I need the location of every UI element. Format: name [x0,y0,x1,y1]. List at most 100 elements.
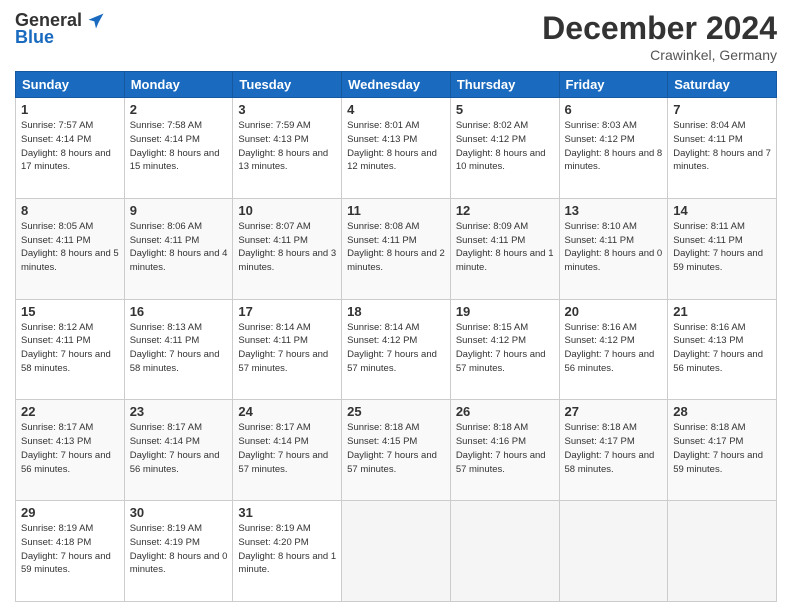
calendar-header-tuesday: Tuesday [233,72,342,98]
day-info: Sunrise: 8:12 AMSunset: 4:11 PMDaylight:… [21,321,119,376]
calendar-cell: 28Sunrise: 8:18 AMSunset: 4:17 PMDayligh… [668,400,777,501]
calendar-cell [450,501,559,602]
calendar: SundayMondayTuesdayWednesdayThursdayFrid… [15,71,777,602]
day-number: 24 [238,404,336,419]
day-number: 3 [238,102,336,117]
calendar-cell: 5 Sunrise: 8:02 AMSunset: 4:12 PMDaylight… [450,98,559,199]
day-info: Sunrise: 8:18 AMSunset: 4:16 PMDaylight:… [456,421,554,476]
day-info: Sunrise: 8:17 AMSunset: 4:14 PMDaylight:… [130,421,228,476]
calendar-cell: 17 Sunrise: 8:14 AMSunset: 4:11 PMDayligh… [233,299,342,400]
day-number: 30 [130,505,228,520]
day-number: 31 [238,505,336,520]
day-info: Sunrise: 8:02 AMSunset: 4:12 PMDaylight:… [456,119,554,174]
day-number: 9 [130,203,228,218]
day-number: 20 [565,304,663,319]
day-number: 14 [673,203,771,218]
day-number: 18 [347,304,445,319]
calendar-week-row: 29 Sunrise: 8:19 AMSunset: 4:18 PMDayligh… [16,501,777,602]
day-info: Sunrise: 8:17 AMSunset: 4:13 PMDaylight:… [21,421,119,476]
day-number: 10 [238,203,336,218]
calendar-cell [559,501,668,602]
day-number: 16 [130,304,228,319]
calendar-cell: 18 Sunrise: 8:14 AMSunset: 4:12 PMDayligh… [342,299,451,400]
calendar-week-row: 15 Sunrise: 8:12 AMSunset: 4:11 PMDayligh… [16,299,777,400]
calendar-cell: 12 Sunrise: 8:09 AMSunset: 4:11 PMDayligh… [450,198,559,299]
day-info: Sunrise: 8:19 AMSunset: 4:18 PMDaylight:… [21,522,119,577]
day-number: 25 [347,404,445,419]
location: Crawinkel, Germany [542,47,777,63]
calendar-header-monday: Monday [124,72,233,98]
day-info: Sunrise: 8:06 AMSunset: 4:11 PMDaylight:… [130,220,228,275]
calendar-cell: 16 Sunrise: 8:13 AMSunset: 4:11 PMDayligh… [124,299,233,400]
day-info: Sunrise: 7:57 AMSunset: 4:14 PMDaylight:… [21,119,119,174]
day-info: Sunrise: 7:58 AMSunset: 4:14 PMDaylight:… [130,119,228,174]
day-info: Sunrise: 8:05 AMSunset: 4:11 PMDaylight:… [21,220,119,275]
title-area: December 2024 Crawinkel, Germany [542,10,777,63]
day-info: Sunrise: 8:09 AMSunset: 4:11 PMDaylight:… [456,220,554,275]
calendar-cell [342,501,451,602]
day-number: 17 [238,304,336,319]
day-number: 15 [21,304,119,319]
calendar-cell: 1 Sunrise: 7:57 AMSunset: 4:14 PMDaylight… [16,98,125,199]
calendar-week-row: 22Sunrise: 8:17 AMSunset: 4:13 PMDayligh… [16,400,777,501]
day-number: 27 [565,404,663,419]
calendar-header-thursday: Thursday [450,72,559,98]
day-number: 5 [456,102,554,117]
calendar-cell: 19 Sunrise: 8:15 AMSunset: 4:12 PMDayligh… [450,299,559,400]
calendar-cell: 29 Sunrise: 8:19 AMSunset: 4:18 PMDayligh… [16,501,125,602]
day-number: 19 [456,304,554,319]
day-info: Sunrise: 8:01 AMSunset: 4:13 PMDaylight:… [347,119,445,174]
page: General Blue December 2024 Crawinkel, Ge… [0,0,792,612]
day-number: 21 [673,304,771,319]
month-title: December 2024 [542,10,777,47]
calendar-cell: 20 Sunrise: 8:16 AMSunset: 4:12 PMDayligh… [559,299,668,400]
day-info: Sunrise: 8:07 AMSunset: 4:11 PMDaylight:… [238,220,336,275]
calendar-cell [668,501,777,602]
calendar-cell: 6Sunrise: 8:03 AMSunset: 4:12 PMDaylight… [559,98,668,199]
day-info: Sunrise: 8:17 AMSunset: 4:14 PMDaylight:… [238,421,336,476]
calendar-cell: 23 Sunrise: 8:17 AMSunset: 4:14 PMDayligh… [124,400,233,501]
calendar-cell: 4 Sunrise: 8:01 AMSunset: 4:13 PMDaylight… [342,98,451,199]
day-number: 2 [130,102,228,117]
day-info: Sunrise: 8:13 AMSunset: 4:11 PMDaylight:… [130,321,228,376]
day-info: Sunrise: 8:14 AMSunset: 4:11 PMDaylight:… [238,321,336,376]
calendar-cell: 22Sunrise: 8:17 AMSunset: 4:13 PMDayligh… [16,400,125,501]
calendar-cell: 7Sunrise: 8:04 AMSunset: 4:11 PMDaylight… [668,98,777,199]
day-info: Sunrise: 8:14 AMSunset: 4:12 PMDaylight:… [347,321,445,376]
day-number: 23 [130,404,228,419]
day-info: Sunrise: 8:03 AMSunset: 4:12 PMDaylight:… [565,119,663,174]
calendar-cell: 2 Sunrise: 7:58 AMSunset: 4:14 PMDaylight… [124,98,233,199]
calendar-cell: 27Sunrise: 8:18 AMSunset: 4:17 PMDayligh… [559,400,668,501]
day-number: 1 [21,102,119,117]
day-number: 7 [673,102,771,117]
day-info: Sunrise: 8:16 AMSunset: 4:12 PMDaylight:… [565,321,663,376]
day-info: Sunrise: 8:10 AMSunset: 4:11 PMDaylight:… [565,220,663,275]
day-number: 12 [456,203,554,218]
day-number: 13 [565,203,663,218]
calendar-header-row: SundayMondayTuesdayWednesdayThursdayFrid… [16,72,777,98]
day-info: Sunrise: 8:19 AMSunset: 4:20 PMDaylight:… [238,522,336,577]
day-info: Sunrise: 8:18 AMSunset: 4:17 PMDaylight:… [673,421,771,476]
day-info: Sunrise: 8:11 AMSunset: 4:11 PMDaylight:… [673,220,771,275]
calendar-week-row: 8 Sunrise: 8:05 AMSunset: 4:11 PMDaylight… [16,198,777,299]
header: General Blue December 2024 Crawinkel, Ge… [15,10,777,63]
calendar-cell: 11Sunrise: 8:08 AMSunset: 4:11 PMDayligh… [342,198,451,299]
day-number: 8 [21,203,119,218]
calendar-week-row: 1 Sunrise: 7:57 AMSunset: 4:14 PMDaylight… [16,98,777,199]
calendar-header-wednesday: Wednesday [342,72,451,98]
day-info: Sunrise: 8:15 AMSunset: 4:12 PMDaylight:… [456,321,554,376]
day-info: Sunrise: 8:19 AMSunset: 4:19 PMDaylight:… [130,522,228,577]
day-number: 26 [456,404,554,419]
calendar-cell: 14 Sunrise: 8:11 AMSunset: 4:11 PMDayligh… [668,198,777,299]
calendar-cell: 30 Sunrise: 8:19 AMSunset: 4:19 PMDayligh… [124,501,233,602]
calendar-cell: 25Sunrise: 8:18 AMSunset: 4:15 PMDayligh… [342,400,451,501]
day-number: 29 [21,505,119,520]
calendar-cell: 31 Sunrise: 8:19 AMSunset: 4:20 PMDayligh… [233,501,342,602]
calendar-cell: 10 Sunrise: 8:07 AMSunset: 4:11 PMDayligh… [233,198,342,299]
day-number: 4 [347,102,445,117]
day-number: 11 [347,203,445,218]
calendar-cell: 3 Sunrise: 7:59 AMSunset: 4:13 PMDaylight… [233,98,342,199]
day-info: Sunrise: 7:59 AMSunset: 4:13 PMDaylight:… [238,119,336,174]
calendar-header-sunday: Sunday [16,72,125,98]
logo-bird-icon [86,11,106,31]
